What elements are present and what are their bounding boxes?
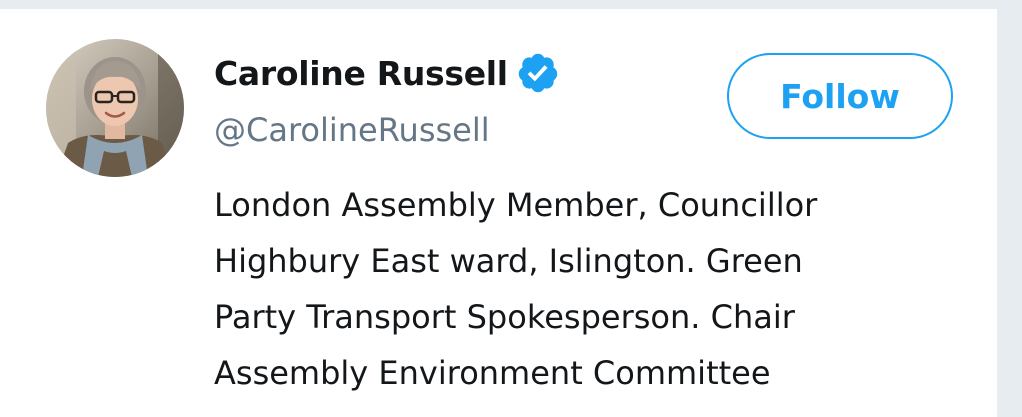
bio-line: Party Transport Spokesperson. Chair [214, 298, 795, 336]
name-row: Caroline Russell [214, 51, 560, 95]
bio-line: London Assembly Member, Councillor [214, 186, 818, 224]
profile-card: Caroline Russell @CarolineRussell Follow… [0, 8, 997, 417]
verified-badge-icon [516, 51, 560, 95]
bio: London Assembly Member, Councillor Highb… [214, 177, 974, 401]
follow-button[interactable]: Follow [727, 53, 953, 139]
avatar[interactable] [46, 39, 184, 177]
handle[interactable]: @CarolineRussell [214, 111, 490, 149]
bio-line: Highbury East ward, Islington. Green [214, 242, 803, 280]
display-name[interactable]: Caroline Russell [214, 54, 508, 93]
avatar-photo [46, 39, 184, 177]
bio-line: Assembly Environment Committee [214, 354, 771, 392]
